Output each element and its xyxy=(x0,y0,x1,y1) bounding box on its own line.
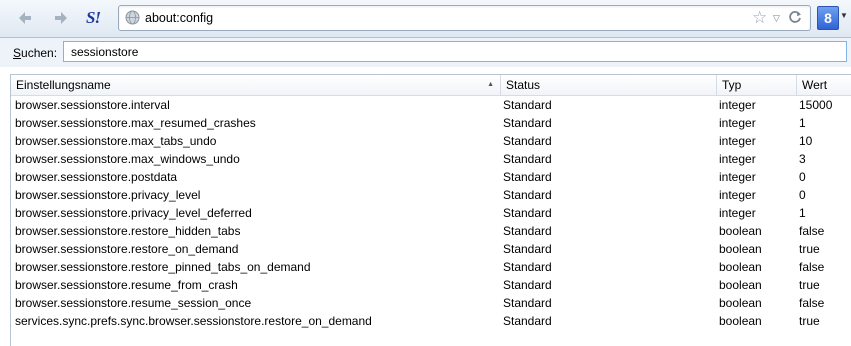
table-row[interactable]: browser.sessionstore.resume_from_crash S… xyxy=(11,276,851,294)
table-row[interactable]: browser.sessionstore.restore_hidden_tabs… xyxy=(11,222,851,240)
pref-name: services.sync.prefs.sync.browser.session… xyxy=(15,314,372,328)
pref-type: integer xyxy=(719,170,756,184)
dropdown-arrow-icon[interactable]: ▽ xyxy=(773,11,780,25)
table-row[interactable]: browser.sessionstore.restore_on_demand S… xyxy=(11,240,851,258)
search-input[interactable]: sessionstore xyxy=(63,41,847,62)
table-row[interactable]: browser.sessionstore.max_tabs_undo Stand… xyxy=(11,132,851,150)
pref-status: Standard xyxy=(503,242,552,256)
pref-type: integer xyxy=(719,206,756,220)
forward-arrow-icon xyxy=(55,12,67,24)
search-label: Suchen: xyxy=(13,46,57,60)
pref-type: boolean xyxy=(719,242,762,256)
pref-status: Standard xyxy=(503,152,552,166)
pref-status: Standard xyxy=(503,170,552,184)
pref-type: boolean xyxy=(719,296,762,310)
back-arrow-icon xyxy=(19,12,31,24)
pref-value: false xyxy=(799,224,825,238)
reload-icon[interactable] xyxy=(787,9,803,25)
pref-value: false xyxy=(799,260,825,274)
table-row[interactable]: browser.sessionstore.max_resumed_crashes… xyxy=(11,114,851,132)
pref-status: Standard xyxy=(503,134,552,148)
pref-name: browser.sessionstore.restore_hidden_tabs xyxy=(15,224,241,238)
table-row[interactable]: browser.sessionstore.restore_pinned_tabs… xyxy=(11,258,851,276)
pref-type: integer xyxy=(719,116,756,130)
forward-button[interactable] xyxy=(50,7,72,29)
globe-icon xyxy=(125,10,140,25)
table-body: browser.sessionstore.interval Standard i… xyxy=(11,96,851,330)
pref-type: integer xyxy=(719,152,756,166)
google-icon[interactable]: 8 xyxy=(817,6,839,30)
column-header-type-label: Typ xyxy=(722,78,742,92)
pref-value: 1 xyxy=(799,206,806,220)
pref-status: Standard xyxy=(503,278,552,292)
pref-type: integer xyxy=(719,134,756,148)
pref-name: browser.sessionstore.resume_from_crash xyxy=(15,278,238,292)
column-header-type[interactable]: Typ xyxy=(717,75,797,95)
column-header-name[interactable]: Einstellungsname ▲ xyxy=(11,75,501,95)
pref-name: browser.sessionstore.max_tabs_undo xyxy=(15,134,217,148)
pref-name: browser.sessionstore.interval xyxy=(15,98,170,112)
search-label-accesskey: S xyxy=(13,46,22,60)
pref-status: Standard xyxy=(503,260,552,274)
pref-name: browser.sessionstore.postdata xyxy=(15,170,178,184)
table-header: Einstellungsname ▲ Status Typ Wert xyxy=(11,75,851,96)
config-search-row: Suchen: sessionstore xyxy=(0,38,851,67)
table-row[interactable]: browser.sessionstore.resume_session_once… xyxy=(11,294,851,312)
table-row[interactable]: browser.sessionstore.privacy_level_defer… xyxy=(11,204,851,222)
table-row[interactable]: browser.sessionstore.privacy_level Stand… xyxy=(11,186,851,204)
pref-status: Standard xyxy=(503,188,552,202)
pref-name: browser.sessionstore.restore_pinned_tabs… xyxy=(15,260,311,274)
column-header-value[interactable]: Wert xyxy=(797,75,851,95)
extension-label: S! xyxy=(86,8,101,27)
pref-name: browser.sessionstore.max_resumed_crashes xyxy=(15,116,256,130)
search-engine-dropdown-icon[interactable]: ▼ xyxy=(840,11,848,20)
table-row[interactable]: services.sync.prefs.sync.browser.session… xyxy=(11,312,851,330)
pref-name: browser.sessionstore.restore_on_demand xyxy=(15,242,239,256)
pref-name: browser.sessionstore.max_windows_undo xyxy=(15,152,240,166)
pref-status: Standard xyxy=(503,98,552,112)
back-button[interactable] xyxy=(14,7,36,29)
star-icon[interactable]: ☆ xyxy=(752,8,767,28)
pref-value: 0 xyxy=(799,170,806,184)
pref-name: browser.sessionstore.resume_session_once xyxy=(15,296,252,310)
search-label-rest: uchen: xyxy=(21,46,58,60)
pref-name: browser.sessionstore.privacy_level xyxy=(15,188,201,202)
table-row[interactable]: browser.sessionstore.postdata Standard i… xyxy=(11,168,851,186)
pref-value: 3 xyxy=(799,152,806,166)
url-text[interactable]: about:config xyxy=(145,10,213,26)
pref-name: browser.sessionstore.privacy_level_defer… xyxy=(15,206,252,220)
pref-value: 1 xyxy=(799,116,806,130)
table-row[interactable]: browser.sessionstore.max_windows_undo St… xyxy=(11,150,851,168)
pref-status: Standard xyxy=(503,314,552,328)
url-bar[interactable]: about:config ☆ ▽ xyxy=(118,5,811,31)
column-header-name-label: Einstellungsname xyxy=(16,78,111,92)
pref-type: boolean xyxy=(719,224,762,238)
pref-value: false xyxy=(799,296,825,310)
pref-status: Standard xyxy=(503,224,552,238)
pref-type: boolean xyxy=(719,260,762,274)
column-header-status-label: Status xyxy=(506,78,541,92)
pref-type: integer xyxy=(719,98,756,112)
column-header-status[interactable]: Status xyxy=(501,75,717,95)
pref-type: boolean xyxy=(719,278,762,292)
preferences-table: Einstellungsname ▲ Status Typ Wert brows… xyxy=(10,74,851,346)
pref-value: 0 xyxy=(799,188,806,202)
pref-value: 10 xyxy=(799,134,813,148)
sort-ascending-icon: ▲ xyxy=(487,81,494,88)
pref-type: integer xyxy=(719,188,756,202)
pref-value: true xyxy=(799,278,820,292)
pref-status: Standard xyxy=(503,116,552,130)
pref-value: true xyxy=(799,314,820,328)
pref-status: Standard xyxy=(503,296,552,310)
extension-icon[interactable]: S! xyxy=(86,8,108,28)
search-engine-letter: 8 xyxy=(824,10,832,26)
pref-type: boolean xyxy=(719,314,762,328)
table-row[interactable]: browser.sessionstore.interval Standard i… xyxy=(11,96,851,114)
column-header-value-label: Wert xyxy=(802,78,828,92)
pref-value: true xyxy=(799,242,820,256)
pref-value: 15000 xyxy=(799,98,833,112)
pref-status: Standard xyxy=(503,206,552,220)
navigation-toolbar: S! about:config ☆ ▽ 8 ▼ xyxy=(0,0,851,38)
